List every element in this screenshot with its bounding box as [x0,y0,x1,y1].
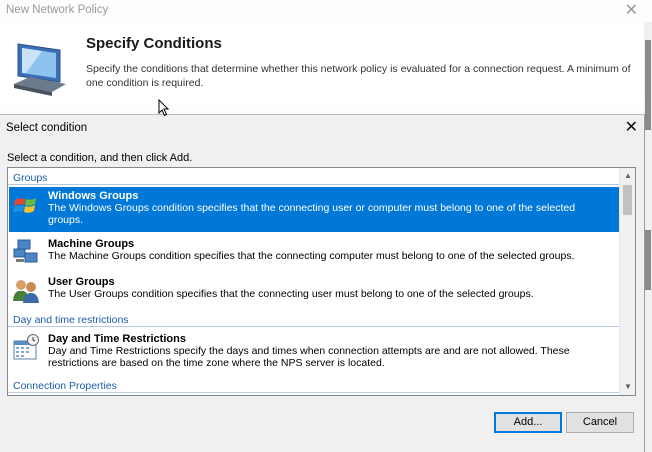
add-button[interactable]: Add... [494,412,562,433]
scroll-down-icon[interactable]: ▼ [620,379,635,395]
wizard-title: New Network Policy [6,4,109,16]
network-policy-monitor-icon [14,43,66,96]
condition-name: Day and Time Restrictions [48,333,186,345]
wizard-titlebar: New Network Policy ✕ [0,0,652,22]
condition-name: User Groups [48,276,115,288]
category-connection-properties: Connection Properties [13,380,117,392]
wizard-header: Specify Conditions Specify the condition… [0,22,652,102]
condition-description: Day and Time Restrictions specify the da… [48,345,570,369]
condition-description: The User Groups condition specifies that… [48,288,534,300]
condition-name: Machine Groups [48,238,135,250]
category-groups: Groups [13,172,48,184]
wizard-description: Specify the conditions that determine wh… [86,63,631,89]
category-divider [8,326,620,327]
scroll-up-icon[interactable]: ▲ [620,168,635,184]
select-condition-dialog: Select condition ✕ Select a condition, a… [0,114,645,452]
dialog-instruction: Select a condition, and then click Add. [7,152,193,164]
condition-item-day-time-restrictions[interactable]: Day and Time Restrictions Day and Time R… [9,330,620,376]
condition-item-windows-groups[interactable]: Windows Groups The Windows Groups condit… [9,187,620,232]
dialog-close-icon[interactable]: ✕ [625,117,638,137]
calendar-clock-icon [13,334,39,360]
condition-description: The Windows Groups condition specifies t… [48,202,576,226]
condition-item-user-groups[interactable]: User Groups The User Groups condition sp… [9,273,620,309]
wizard-side-scrollbar [645,40,651,290]
cancel-button[interactable]: Cancel [566,412,634,433]
category-divider [8,392,620,393]
category-day-and-time: Day and time restrictions [13,314,129,326]
user-group-icon [13,280,39,303]
wizard-heading: Specify Conditions [86,35,222,52]
scroll-thumb[interactable] [623,185,632,215]
condition-list[interactable]: Groups Windows Groups The Windows Groups… [7,167,636,396]
dialog-title: Select condition [6,122,88,134]
machine-group-icon [13,239,38,263]
condition-name: Windows Groups [48,190,139,202]
condition-item-machine-groups[interactable]: Machine Groups The Machine Groups condit… [9,235,620,271]
mouse-cursor-icon [158,99,170,117]
windows-flag-icon [13,198,36,213]
category-divider [8,184,620,185]
condition-list-scrollbar[interactable]: ▲ ▼ [619,168,635,395]
condition-list-content: Groups Windows Groups The Windows Groups… [8,168,620,395]
condition-description: The Machine Groups condition specifies t… [48,250,575,262]
wizard-close-icon[interactable]: ✕ [625,0,638,20]
